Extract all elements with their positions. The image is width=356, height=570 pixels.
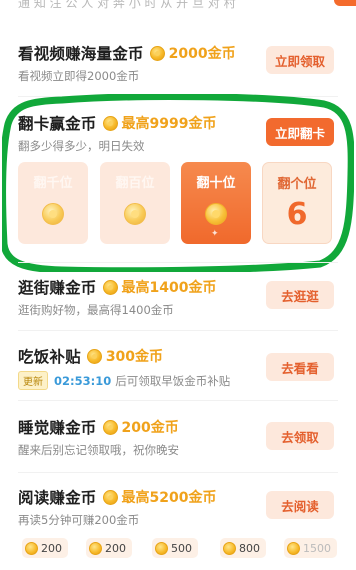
task-shop: 逛街赚金币 最高1400金币 逛街购好物，最高得1400金币 去逛逛 — [18, 276, 340, 318]
task-title: 翻卡赢金币 — [18, 115, 97, 133]
divider — [18, 400, 338, 401]
claim-button[interactable]: 去领取 — [266, 422, 334, 450]
task-title: 看视频赚海量金币 — [18, 45, 144, 63]
reward-step-value: 200 — [105, 541, 126, 555]
task-reward: 最高5200金币 — [121, 490, 217, 506]
task-flip-card: 翻卡赢金币 最高9999金币 翻多少得多少，明日失效 立即翻卡 — [18, 112, 340, 154]
divider — [18, 330, 338, 331]
card-tens[interactable]: 翻十位 ✦ — [181, 162, 251, 244]
task-sleep: 睡觉赚金币 200金币 醒来后别忘记领取哦，祝你晚安 去领取 — [18, 416, 340, 458]
reward-step-value: 200 — [41, 541, 62, 555]
update-badge: 更新 — [18, 371, 48, 390]
divider — [18, 472, 338, 473]
cutoff-text: 通 知 注 公 人 对 奔 小 时 从 开 旦 对 村 — [18, 0, 236, 10]
task-title: 吃饭补贴 — [18, 348, 81, 366]
reward-step-chip: 200 — [22, 538, 68, 558]
coin-icon — [42, 203, 64, 225]
divider — [18, 96, 338, 97]
coin-icon — [102, 489, 118, 505]
task-reward: 最高9999金币 — [121, 116, 217, 132]
reward-step-chip: 1500 — [284, 538, 337, 558]
coin-icon — [287, 541, 300, 555]
task-video: 看视频赚海量金币 2000金币 看视频立即得2000金币 立即领取 — [18, 42, 340, 84]
task-read: 阅读赚金币 最高5200金币 再读5分钟可赚200金币 去阅读 — [18, 486, 340, 528]
coin-icon — [102, 419, 118, 435]
card-label: 翻十位 — [196, 176, 236, 191]
task-title: 阅读赚金币 — [18, 489, 97, 507]
reward-step-chip: 200 — [86, 538, 132, 558]
card-label: 翻个位 — [277, 177, 317, 192]
countdown-timer: 02:53:10 — [54, 373, 112, 388]
card-hundreds[interactable]: 翻百位 — [100, 162, 170, 244]
card-ones: 翻个位 6 — [262, 162, 332, 244]
go-read-button[interactable]: 去阅读 — [266, 491, 334, 519]
task-title: 睡觉赚金币 — [18, 419, 97, 437]
reward-step-chip: 800 — [220, 538, 266, 558]
task-meal-subsidy: 吃饭补贴 300金币 更新 02:53:10 后可领取早饭金币补贴 去看看 — [18, 345, 340, 390]
reward-step-value: 500 — [171, 541, 192, 555]
flip-card-button[interactable]: 立即翻卡 — [266, 118, 334, 146]
coin-icon — [89, 541, 102, 555]
coin-icon — [223, 541, 236, 555]
orange-edge-decoration — [334, 0, 356, 6]
task-reward: 最高1400金币 — [121, 280, 217, 296]
task-title: 逛街赚金币 — [18, 279, 97, 297]
coin-icon — [155, 541, 168, 555]
card-label: 翻千位 — [33, 176, 73, 191]
coin-icon — [149, 45, 165, 61]
task-desc: 后可领取早饭金币补贴 — [115, 373, 231, 388]
go-shopping-button[interactable]: 去逛逛 — [266, 281, 334, 309]
coin-icon — [102, 279, 118, 295]
coin-icon — [102, 115, 118, 131]
coin-icon — [86, 348, 102, 364]
reward-step-chip: 500 — [152, 538, 198, 558]
reward-step-value: 800 — [239, 541, 260, 555]
flip-cards-row: 翻千位 翻百位 翻十位 ✦ 翻个位 6 — [18, 162, 350, 244]
coin-icon — [25, 541, 38, 555]
card-thousands[interactable]: 翻千位 — [18, 162, 88, 244]
task-reward: 300金币 — [105, 349, 164, 365]
previous-task-cutoff: 通 知 注 公 人 对 奔 小 时 从 开 旦 对 村 — [0, 0, 356, 14]
task-reward: 2000金币 — [168, 46, 236, 62]
coin-icon — [205, 203, 227, 225]
divider — [18, 262, 338, 263]
reading-reward-steps: 200 200 500 800 1500 — [18, 538, 348, 560]
sparkle-icon: ✦ — [211, 229, 219, 239]
claim-now-button[interactable]: 立即领取 — [266, 46, 334, 74]
revealed-digit: 6 — [286, 197, 308, 232]
go-look-button[interactable]: 去看看 — [266, 353, 334, 381]
card-label: 翻百位 — [115, 176, 155, 191]
coin-icon — [124, 203, 146, 225]
task-reward: 200金币 — [121, 420, 179, 436]
reward-step-value: 1500 — [303, 541, 331, 555]
